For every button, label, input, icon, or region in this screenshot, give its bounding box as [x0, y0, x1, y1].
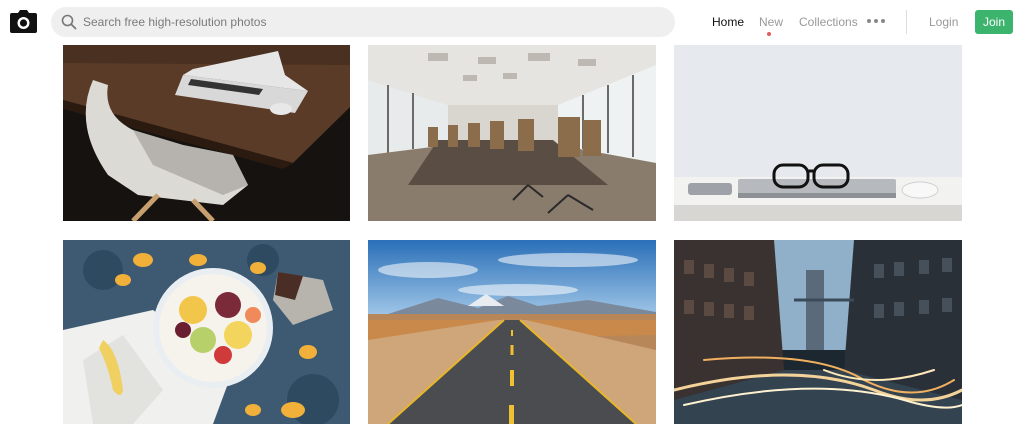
laptop-desk-chair-photo: [63, 45, 350, 221]
desert-road-photo: [368, 240, 656, 424]
join-button[interactable]: Join: [975, 10, 1013, 34]
camera-icon[interactable]: [10, 10, 37, 33]
nav-collections-link[interactable]: Collections: [799, 15, 858, 29]
photo-fruit-bowl[interactable]: [63, 240, 350, 424]
city-light-trails-photo: [674, 240, 962, 424]
photo-desert-road[interactable]: [368, 240, 656, 424]
top-nav-bar: Home New Collections Login Join: [0, 0, 1024, 44]
search-bar[interactable]: [51, 7, 675, 37]
photo-laptop-desk[interactable]: [63, 45, 350, 221]
nav-new-label: New: [759, 15, 784, 29]
glasses-laptop-desk-photo: [674, 45, 962, 221]
conference-room-photo: [368, 45, 656, 221]
login-link[interactable]: Login: [929, 15, 958, 29]
search-icon: [61, 14, 77, 30]
fruit-bowl-photo: [63, 240, 350, 424]
nav-new-link[interactable]: New: [759, 15, 784, 36]
nav-home-link[interactable]: Home: [712, 15, 744, 29]
more-dots-icon[interactable]: [867, 18, 885, 24]
search-input[interactable]: [83, 7, 663, 37]
photo-city-light-trails[interactable]: [674, 240, 962, 424]
photo-glasses-laptop[interactable]: [674, 45, 962, 221]
nav-divider: [906, 10, 907, 34]
photo-conference-room[interactable]: [368, 45, 656, 221]
new-indicator-dot: [767, 32, 771, 36]
